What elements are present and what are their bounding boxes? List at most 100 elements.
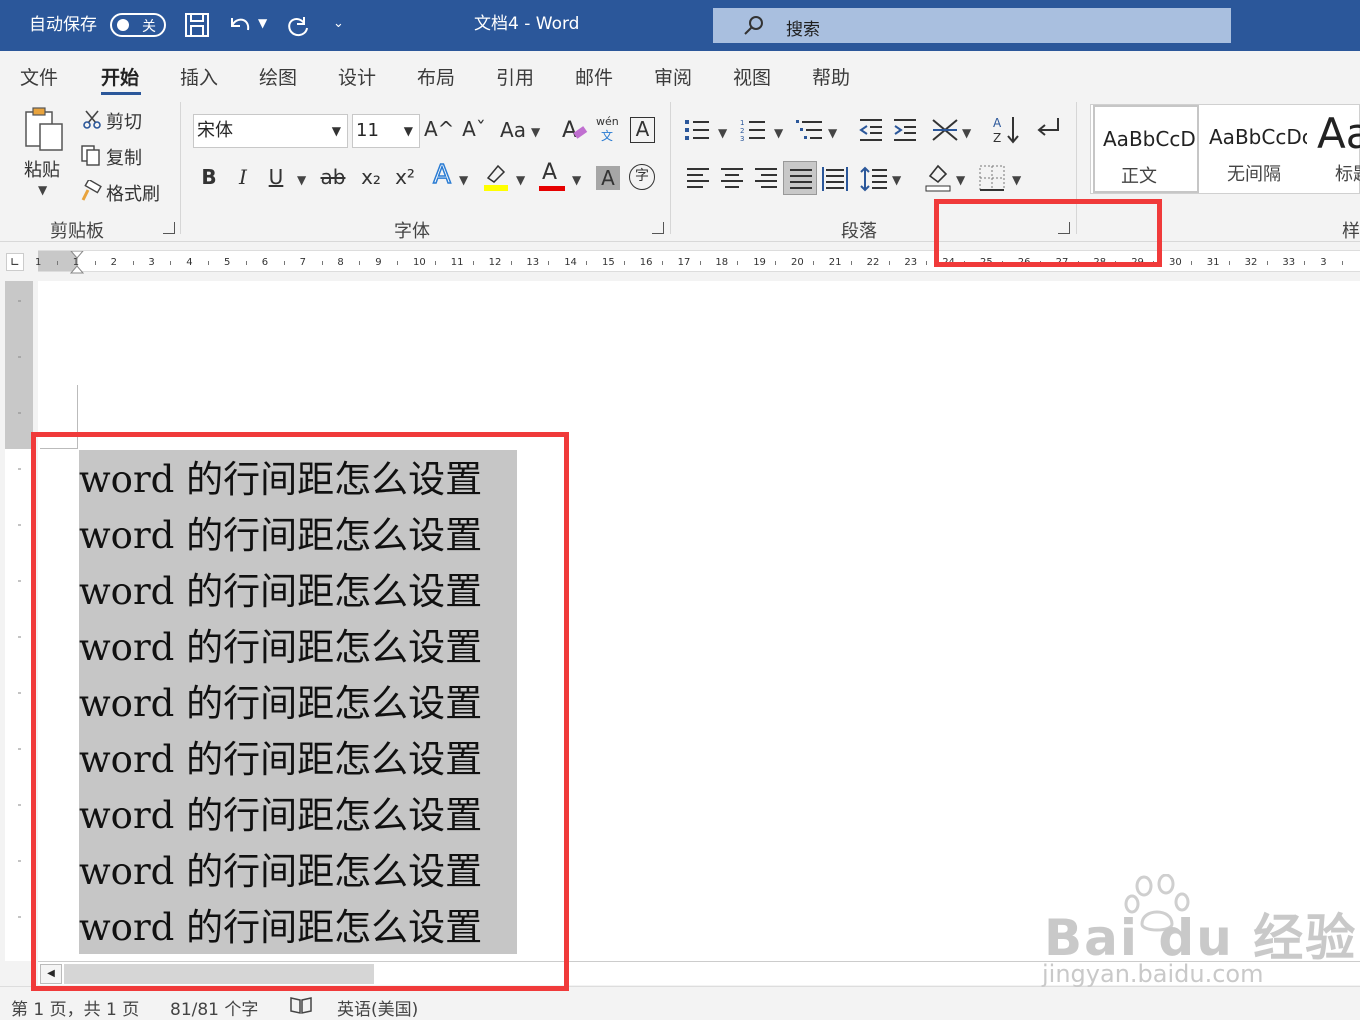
search-box[interactable]: 搜索	[713, 8, 1231, 43]
tab-view[interactable]: 视图	[733, 63, 771, 90]
tab-selector-icon[interactable]: ∟	[6, 253, 24, 271]
copy-icon[interactable]	[80, 144, 102, 166]
line-spacing-dropdown-icon[interactable]: ▼	[892, 173, 901, 187]
change-case-dropdown-icon[interactable]: ▼	[531, 125, 540, 139]
tab-design[interactable]: 设计	[338, 63, 376, 90]
cut-button[interactable]: 剪切	[106, 108, 142, 134]
tab-references[interactable]: 引用	[496, 63, 534, 90]
change-case-button[interactable]: Aa	[498, 117, 528, 143]
justify-icon	[790, 169, 812, 189]
tab-home[interactable]: 开始	[101, 63, 139, 90]
font-launcher-icon[interactable]	[652, 222, 664, 234]
shading-dropdown-icon[interactable]: ▼	[956, 173, 965, 187]
tab-layout[interactable]: 布局	[417, 63, 455, 90]
shrink-font-button[interactable]: Aˇ	[460, 116, 488, 142]
tab-file[interactable]: 文件	[20, 63, 58, 90]
distributed-icon[interactable]	[821, 166, 849, 192]
style-name: 正文	[1121, 166, 1157, 187]
style-no-spacing[interactable]: AaBbCcDc 无间隔	[1201, 105, 1311, 193]
asian-layout-icon[interactable]	[930, 116, 960, 144]
strikethrough-button[interactable]: ab	[318, 164, 348, 190]
save-icon[interactable]	[184, 12, 210, 38]
active-tab-indicator	[101, 92, 141, 95]
style-preview: AaBbCcDc	[1103, 127, 1195, 151]
copy-button[interactable]: 复制	[106, 144, 142, 170]
ruler-tick-mark	[208, 261, 210, 265]
font-color-button[interactable]: A	[538, 160, 566, 192]
style-preview: Aa	[1317, 109, 1360, 158]
numbering-dropdown-icon[interactable]: ▼	[774, 126, 783, 140]
paste-dropdown-icon[interactable]: ▼	[38, 183, 47, 197]
character-border-button[interactable]: A	[630, 117, 655, 143]
language-status[interactable]: 英语(美国)	[337, 995, 418, 1020]
tab-help[interactable]: 帮助	[812, 63, 850, 90]
style-normal[interactable]: AaBbCcDc 正文	[1093, 105, 1199, 193]
underline-dropdown-icon[interactable]: ▼	[297, 173, 306, 187]
font-name-value: 宋体	[197, 120, 233, 141]
customize-toolbar-icon[interactable]: ⌄	[333, 16, 344, 31]
tab-mailings[interactable]: 邮件	[575, 63, 613, 90]
text-effects-dropdown-icon[interactable]: ▼	[459, 173, 468, 187]
ruler-tick-label: 19	[753, 257, 766, 268]
tab-insert[interactable]: 插入	[180, 63, 218, 90]
paste-button[interactable]: 粘贴	[24, 156, 60, 182]
align-center-icon[interactable]	[719, 166, 745, 190]
character-shading-button[interactable]: A	[596, 166, 620, 190]
cut-icon[interactable]	[82, 109, 102, 129]
paste-icon[interactable]	[22, 106, 68, 154]
superscript-button[interactable]: x²	[392, 164, 418, 190]
tab-draw[interactable]: 绘图	[259, 63, 297, 90]
font-size-select[interactable]: 11 ▼	[352, 114, 420, 148]
align-right-icon[interactable]	[753, 166, 779, 190]
ruler-tick-mark	[56, 261, 58, 265]
bullets-dropdown-icon[interactable]: ▼	[718, 126, 727, 140]
justify-button[interactable]	[783, 161, 817, 195]
grow-font-button[interactable]: A^	[424, 116, 454, 142]
page-count[interactable]: 第 1 页，共 1 页	[11, 995, 139, 1020]
increase-indent-icon[interactable]	[892, 118, 918, 142]
text-effects-button[interactable]: A	[428, 161, 456, 189]
line-spacing-icon[interactable]	[860, 166, 888, 192]
bold-button[interactable]: B	[198, 164, 220, 190]
numbering-icon[interactable]: 1 2 3	[740, 118, 766, 142]
bullets-icon[interactable]	[684, 118, 710, 142]
chevron-down-icon: ▼	[331, 124, 341, 138]
autosave-toggle[interactable]: 关	[110, 13, 166, 37]
undo-dropdown-icon[interactable]: ▼	[258, 16, 267, 30]
italic-button[interactable]: I	[232, 164, 254, 190]
subscript-button[interactable]: x₂	[358, 164, 384, 190]
font-color-dropdown-icon[interactable]: ▼	[572, 173, 581, 187]
enclose-characters-button[interactable]: 字	[629, 164, 655, 190]
style-heading[interactable]: Aa 标题	[1313, 105, 1360, 193]
ruler-tick-label: 23	[904, 257, 918, 268]
highlight-dropdown-icon[interactable]: ▼	[516, 173, 525, 187]
undo-icon[interactable]	[226, 12, 254, 38]
ruler-tick-label: 4	[186, 257, 193, 268]
multilevel-dropdown-icon[interactable]: ▼	[828, 126, 837, 140]
clipboard-launcher-icon[interactable]	[163, 222, 175, 234]
font-color-letter: A	[542, 160, 558, 185]
format-painter-icon[interactable]	[80, 180, 102, 202]
show-hide-marks-icon[interactable]	[1034, 116, 1062, 144]
borders-dropdown-icon[interactable]: ▼	[1012, 173, 1021, 187]
font-size-value: 11	[356, 120, 379, 141]
shading-icon[interactable]	[924, 162, 952, 192]
align-left-icon[interactable]	[685, 166, 711, 190]
ruler-tick-label: 11	[450, 257, 464, 268]
format-painter-button[interactable]: 格式刷	[106, 180, 160, 206]
proofing-book-icon[interactable]	[289, 995, 313, 1015]
clear-formatting-icon[interactable]: A	[560, 115, 588, 143]
tab-review[interactable]: 审阅	[654, 63, 692, 90]
phonetic-guide-button[interactable]: wén 文	[596, 115, 622, 143]
underline-button[interactable]: U	[265, 164, 287, 190]
font-name-select[interactable]: 宋体 ▼	[193, 114, 348, 148]
decrease-indent-icon[interactable]	[858, 118, 884, 142]
redo-icon[interactable]	[284, 12, 312, 38]
asian-layout-dropdown-icon[interactable]: ▼	[962, 126, 971, 140]
multilevel-list-icon[interactable]	[796, 118, 824, 142]
highlight-icon[interactable]	[482, 162, 510, 192]
ruler-tick-label: 17	[677, 257, 691, 268]
word-count[interactable]: 81/81 个字	[170, 995, 258, 1020]
sort-icon[interactable]: A Z	[992, 114, 1022, 146]
borders-icon[interactable]	[978, 164, 1006, 192]
